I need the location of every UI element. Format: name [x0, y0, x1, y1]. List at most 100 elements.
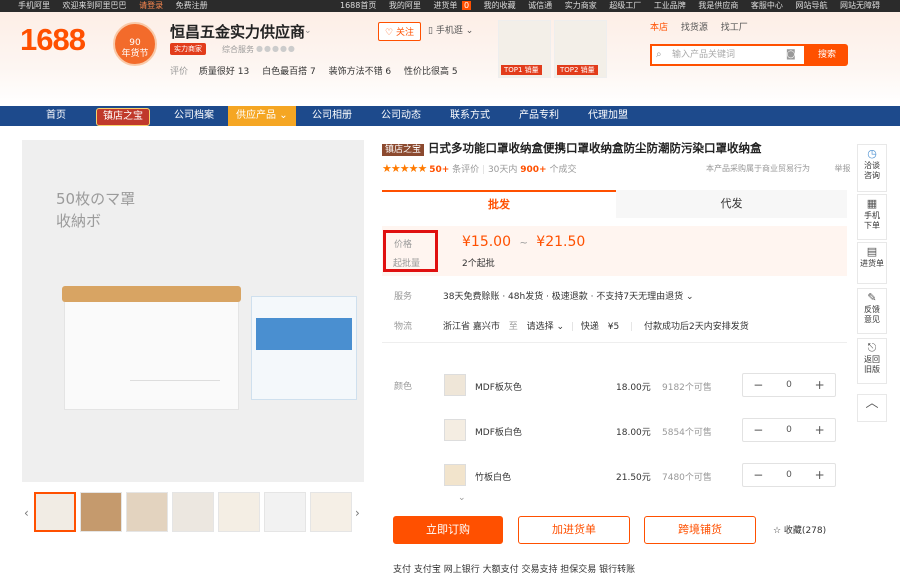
register-link[interactable]: 免费注册	[176, 1, 208, 10]
rating-tag[interactable]: 性价比很高 5	[404, 67, 458, 77]
tab-dropship[interactable]: 代发	[616, 190, 847, 218]
increment-button[interactable]: +	[804, 464, 835, 486]
review-count[interactable]: 50+	[429, 165, 449, 175]
favorites-link[interactable]: 我的收藏	[484, 1, 516, 10]
variant-thumbnail[interactable]	[444, 419, 466, 441]
price-separator: ~	[519, 238, 528, 249]
nav-contact[interactable]: 联系方式	[450, 106, 490, 126]
camera-icon[interactable]: ◙	[786, 49, 796, 60]
quantity-stepper: − 0 +	[742, 373, 836, 397]
shop-nav-bar: 首页 镇店之宝 公司档案 供应产品 ⌄ 公司相册 公司动态 联系方式 产品专利 …	[0, 106, 900, 126]
quantity-input[interactable]: 0	[774, 374, 805, 396]
decrement-button[interactable]: −	[743, 419, 774, 441]
mobile-order-button[interactable]: ▦ 手机下单	[857, 194, 887, 240]
nav-patent[interactable]: 产品专利	[519, 106, 559, 126]
quantity-input[interactable]: 0	[774, 419, 805, 441]
search-button[interactable]: 搜索	[806, 44, 848, 66]
increment-button[interactable]: +	[804, 374, 835, 396]
login-link[interactable]: 请登录	[139, 1, 163, 10]
follow-button[interactable]: ♡ 关注	[378, 22, 421, 41]
chevron-right-icon[interactable]: ›	[355, 506, 360, 520]
service-value[interactable]: 38天免费赊账 · 48h发货 · 极速退款 · 不支持7天无理由退货 ⌄	[443, 289, 694, 302]
variant-thumbnail[interactable]	[444, 464, 466, 486]
toolbar-label: 反馈意见	[864, 305, 880, 324]
order-now-button[interactable]: 立即订购	[393, 516, 503, 544]
thumbnail[interactable]	[80, 492, 122, 532]
price-high: ¥21.50	[536, 234, 586, 250]
variant-row: 竹板白色 21.50元 7480个可售 − 0 +	[440, 460, 840, 498]
chevron-down-icon[interactable]: ⌄	[304, 26, 312, 36]
chat-button[interactable]: ◷ 洽谈咨询	[857, 144, 887, 192]
super-factory-link[interactable]: 超级工厂	[609, 1, 641, 10]
shipping-note: 付款成功后2天内安排发货	[643, 322, 749, 332]
my-ali-link[interactable]: 我的阿里	[389, 1, 421, 10]
service-center-link[interactable]: 客服中心	[751, 1, 783, 10]
ship-to-select[interactable]: 请选择 ⌄	[527, 322, 564, 332]
search-tab-source[interactable]: 找货源	[681, 23, 708, 33]
variant-row: MDF板白色 18.00元 5854个可售 − 0 +	[440, 415, 840, 453]
add-to-cart-button[interactable]: 加进货单	[518, 516, 630, 544]
chengxintong-link[interactable]: 诚信通	[528, 1, 552, 10]
nav-products-label: 供应产品	[236, 110, 276, 121]
strong-merchant-link[interactable]: 实力商家	[565, 1, 597, 10]
qr-code-icon: ▦	[866, 197, 878, 210]
thumbnail[interactable]	[126, 492, 168, 532]
variant-thumbnail[interactable]	[444, 374, 466, 396]
toolbar-label: 洽谈咨询	[864, 161, 880, 180]
supplier-link[interactable]: 我是供应商	[698, 1, 738, 10]
favorite-button[interactable]: ☆ 收藏(278)	[773, 523, 826, 536]
top1-product-thumb[interactable]: TOP1 销量	[498, 20, 551, 78]
quantity-input[interactable]: 0	[774, 464, 805, 486]
chevron-left-icon[interactable]: ‹	[24, 506, 29, 520]
home-link[interactable]: 1688首页	[340, 1, 376, 10]
top2-label: TOP2 销量	[557, 65, 598, 75]
industrial-brand-link[interactable]: 工业品牌	[654, 1, 686, 10]
thumbnail[interactable]	[172, 492, 214, 532]
nav-treasure[interactable]: 镇店之宝	[96, 108, 150, 126]
thumbnail[interactable]	[310, 492, 352, 532]
back-to-top-button[interactable]: ︿	[857, 394, 887, 422]
nav-products[interactable]: 供应产品 ⌄	[228, 106, 296, 126]
moq-value: 2个起批	[462, 259, 495, 269]
review-suffix[interactable]: 条评价	[452, 165, 479, 175]
toolbar-label: 进货单	[860, 259, 884, 268]
search-input[interactable]: 输入产品关键词	[650, 44, 806, 66]
thumbnail[interactable]	[34, 492, 76, 532]
rating-tag[interactable]: 白色最百搭 7	[262, 67, 316, 77]
decrement-button[interactable]: −	[743, 374, 774, 396]
nav-agent[interactable]: 代理加盟	[588, 106, 628, 126]
search-tab-shop[interactable]: 本店	[650, 23, 668, 33]
shop-name[interactable]: 恒昌五金实力供应商	[170, 21, 305, 42]
thumbnail[interactable]	[264, 492, 306, 532]
search-tab-factory[interactable]: 找工厂	[721, 23, 748, 33]
service-label: 服务	[394, 292, 413, 302]
decrement-button[interactable]: −	[743, 464, 774, 486]
edit-icon: ✎	[867, 291, 877, 304]
increment-button[interactable]: +	[804, 419, 835, 441]
feedback-button[interactable]: ✎ 反馈意见	[857, 288, 887, 334]
chevron-down-icon[interactable]: ⌄	[458, 493, 466, 503]
report-link[interactable]: 举报	[835, 164, 851, 173]
rating-tag[interactable]: 装饰方法不错 6	[329, 67, 392, 77]
site-logo[interactable]: 1688	[20, 22, 86, 58]
cart-link[interactable]: 进货单	[433, 1, 457, 10]
variant-name: MDF板白色	[475, 428, 522, 438]
thumbnail[interactable]	[218, 492, 260, 532]
nav-home[interactable]: 首页	[46, 106, 66, 126]
shipping-label: 物流	[394, 322, 413, 332]
accessibility-link[interactable]: 网站无障碍	[840, 1, 880, 10]
nav-news[interactable]: 公司动态	[381, 106, 421, 126]
cart-sidebar-button[interactable]: ▤ 进货单	[857, 242, 887, 284]
nav-album[interactable]: 公司相册	[312, 106, 352, 126]
tab-wholesale[interactable]: 批发	[382, 190, 616, 218]
cross-border-button[interactable]: 跨境铺货	[644, 516, 756, 544]
rating-tag[interactable]: 质量很好 13	[199, 67, 249, 77]
rating-label: 评价	[170, 67, 189, 77]
mobile-alibaba-link[interactable]: 手机阿里	[18, 1, 50, 10]
top2-product-thumb[interactable]: TOP2 销量	[554, 20, 607, 78]
old-version-button[interactable]: ⎋ 返回旧版	[857, 338, 887, 384]
mobile-shop-link[interactable]: ▯ 手机逛 ⌄	[428, 23, 473, 36]
site-nav-link[interactable]: 网站导航	[795, 1, 827, 10]
price-range: ¥15.00 ~ ¥21.50	[462, 234, 585, 250]
nav-company-profile[interactable]: 公司档案	[174, 106, 214, 126]
